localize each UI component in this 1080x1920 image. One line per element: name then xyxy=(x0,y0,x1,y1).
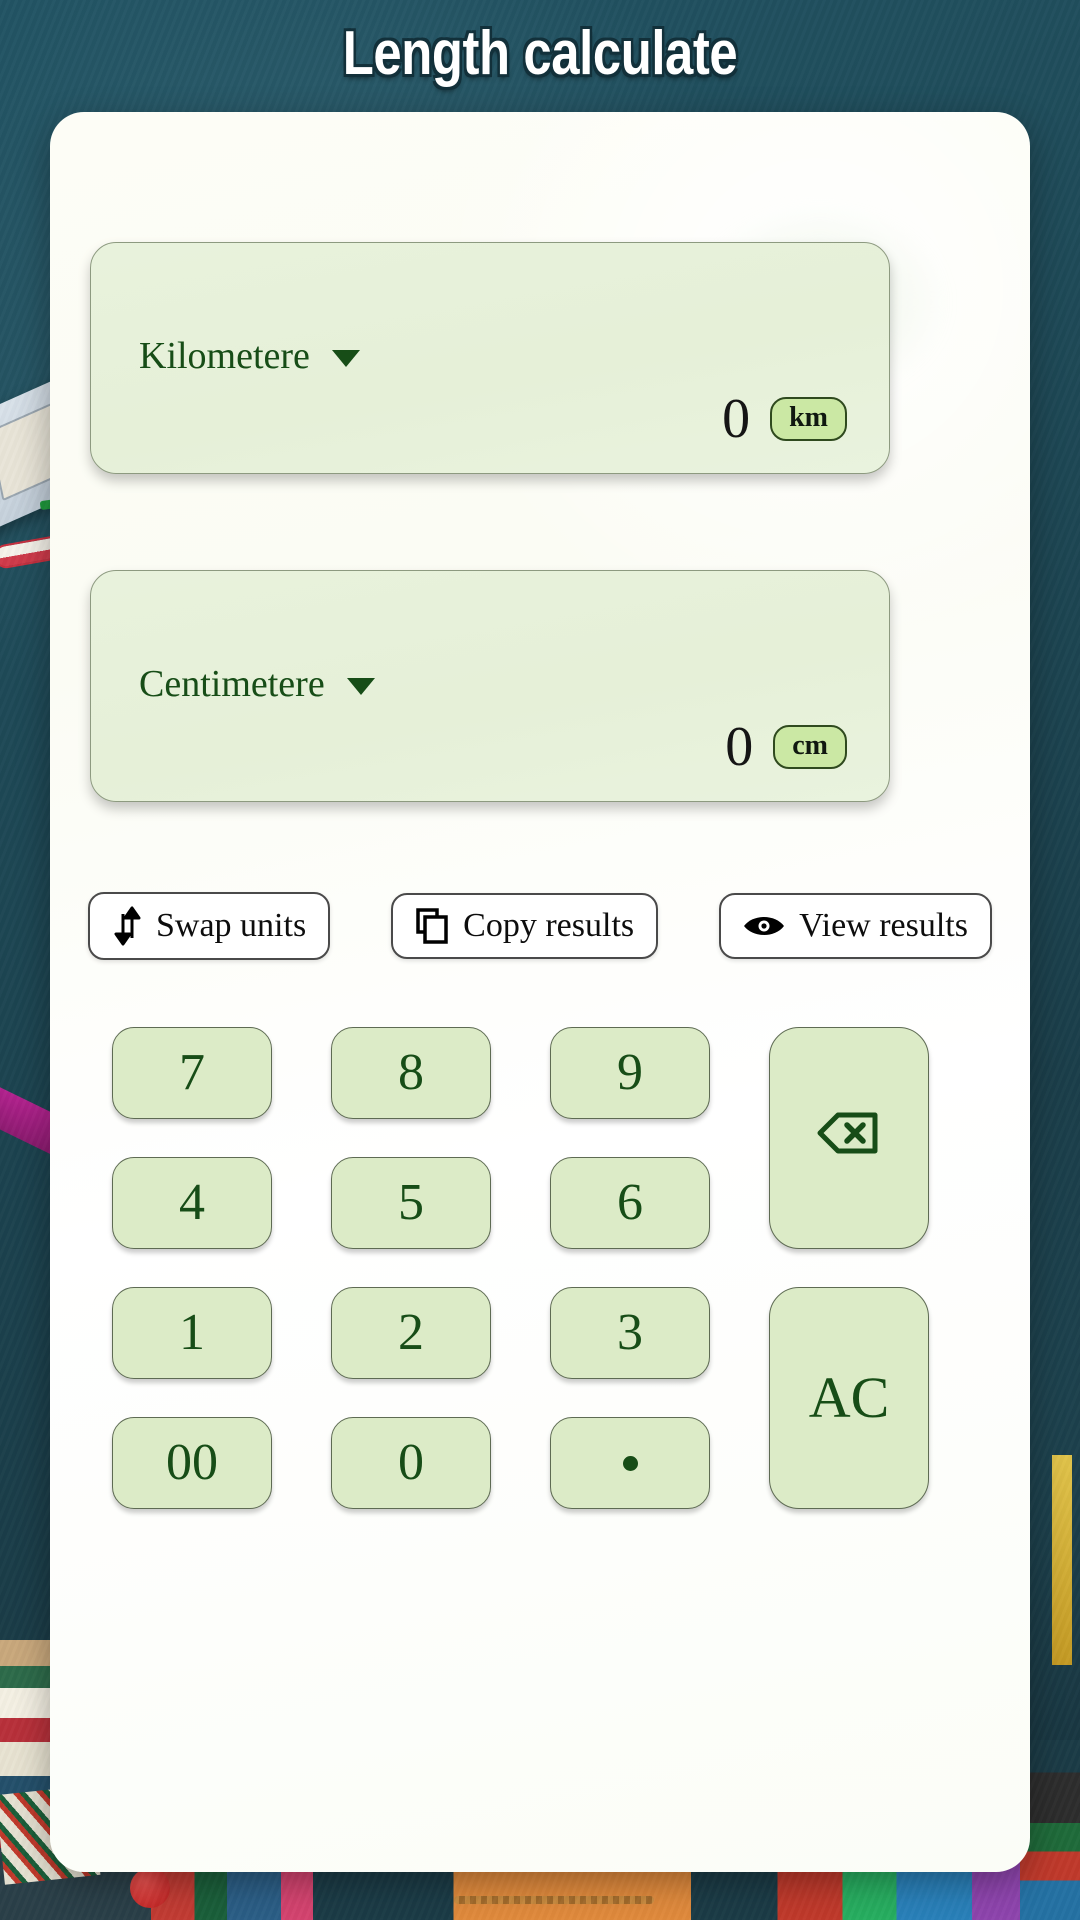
action-button-row: Swap units Copy results View results xyxy=(88,892,992,960)
view-results-label: View results xyxy=(799,907,968,944)
spiral-notebook-decoration xyxy=(453,1896,654,1904)
from-value-row: 0 km xyxy=(722,391,847,447)
numeric-keypad: 7 8 9 4 5 6 1 2 3 AC 00 0 xyxy=(112,1027,970,1509)
to-value-row: 0 cm xyxy=(725,719,847,775)
key-backspace[interactable] xyxy=(769,1027,929,1249)
key-label: 0 xyxy=(398,1434,424,1491)
copy-results-button[interactable]: Copy results xyxy=(391,893,659,959)
key-label: 2 xyxy=(398,1304,424,1361)
backspace-icon xyxy=(817,1111,881,1165)
from-unit-dropdown[interactable]: Kilometere xyxy=(139,337,360,375)
key-label: 4 xyxy=(179,1174,205,1231)
key-4[interactable]: 4 xyxy=(112,1157,272,1249)
key-3[interactable]: 3 xyxy=(550,1287,710,1379)
copy-results-label: Copy results xyxy=(463,907,635,944)
to-unit-label: Centimetere xyxy=(139,663,325,705)
key-label: 8 xyxy=(398,1044,424,1101)
red-cap-decoration xyxy=(130,1868,170,1908)
key-label: 5 xyxy=(398,1174,424,1231)
key-6[interactable]: 6 xyxy=(550,1157,710,1249)
key-ac[interactable]: AC xyxy=(769,1287,929,1509)
key-label: AC xyxy=(808,1365,890,1430)
key-1[interactable]: 1 xyxy=(112,1287,272,1379)
to-unit-card: Centimetere 0 cm xyxy=(90,570,890,802)
dot-icon xyxy=(622,1455,638,1471)
yellow-pencil-decoration xyxy=(1052,1455,1072,1665)
from-unit-badge: km xyxy=(770,397,847,441)
key-label: 3 xyxy=(617,1304,643,1361)
key-5[interactable]: 5 xyxy=(331,1157,491,1249)
key-label: 9 xyxy=(617,1044,643,1101)
from-unit-card: Kilometere 0 km xyxy=(90,242,890,474)
key-9[interactable]: 9 xyxy=(550,1027,710,1119)
to-unit-dropdown[interactable]: Centimetere xyxy=(139,665,375,703)
key-label: 7 xyxy=(179,1044,205,1101)
swap-vertical-icon xyxy=(112,906,142,946)
chevron-down-icon xyxy=(346,677,375,695)
to-unit-badge: cm xyxy=(773,725,847,769)
chevron-down-icon xyxy=(331,349,360,367)
key-2[interactable]: 2 xyxy=(331,1287,491,1379)
eye-icon xyxy=(743,912,785,940)
key-label: 00 xyxy=(166,1434,218,1491)
to-value: 0 xyxy=(725,716,754,778)
calculator-panel: Kilometere 0 km Centimetere 0 cm Swap un… xyxy=(50,112,1030,1872)
key-00[interactable]: 00 xyxy=(112,1417,272,1509)
from-value: 0 xyxy=(722,388,751,450)
copy-icon xyxy=(415,907,449,945)
key-decimal[interactable] xyxy=(550,1417,710,1509)
key-label: 1 xyxy=(179,1304,205,1361)
page-title: Length calculate xyxy=(342,19,738,88)
key-label: 6 xyxy=(617,1174,643,1231)
swap-units-button[interactable]: Swap units xyxy=(88,892,331,960)
from-unit-label: Kilometere xyxy=(139,335,310,377)
view-results-button[interactable]: View results xyxy=(719,893,992,959)
key-7[interactable]: 7 xyxy=(112,1027,272,1119)
key-8[interactable]: 8 xyxy=(331,1027,491,1119)
swap-units-label: Swap units xyxy=(156,907,307,944)
key-0[interactable]: 0 xyxy=(331,1417,491,1509)
